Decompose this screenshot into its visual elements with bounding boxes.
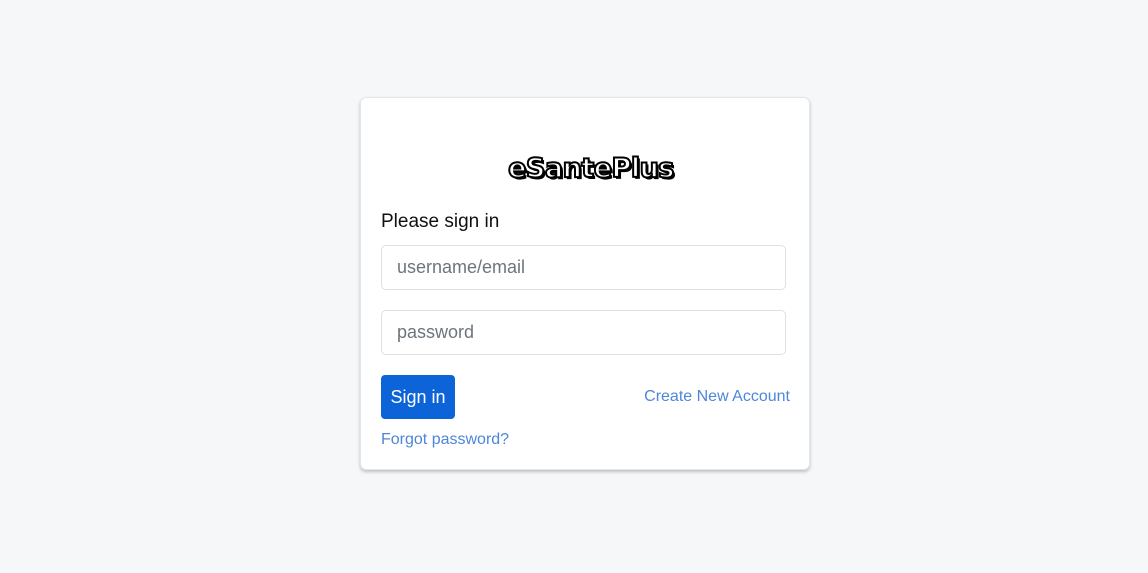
login-card: eSantePlus Please sign in Sign in Create…: [360, 97, 810, 470]
forgot-password-link[interactable]: Forgot password?: [381, 431, 509, 449]
sign-in-heading: Please sign in: [381, 211, 500, 232]
brand-logo: eSantePlus: [507, 152, 675, 185]
create-account-link[interactable]: Create New Account: [644, 388, 790, 406]
sign-in-button[interactable]: Sign in: [381, 375, 455, 419]
password-input[interactable]: [381, 310, 786, 355]
username-input[interactable]: [381, 245, 786, 290]
